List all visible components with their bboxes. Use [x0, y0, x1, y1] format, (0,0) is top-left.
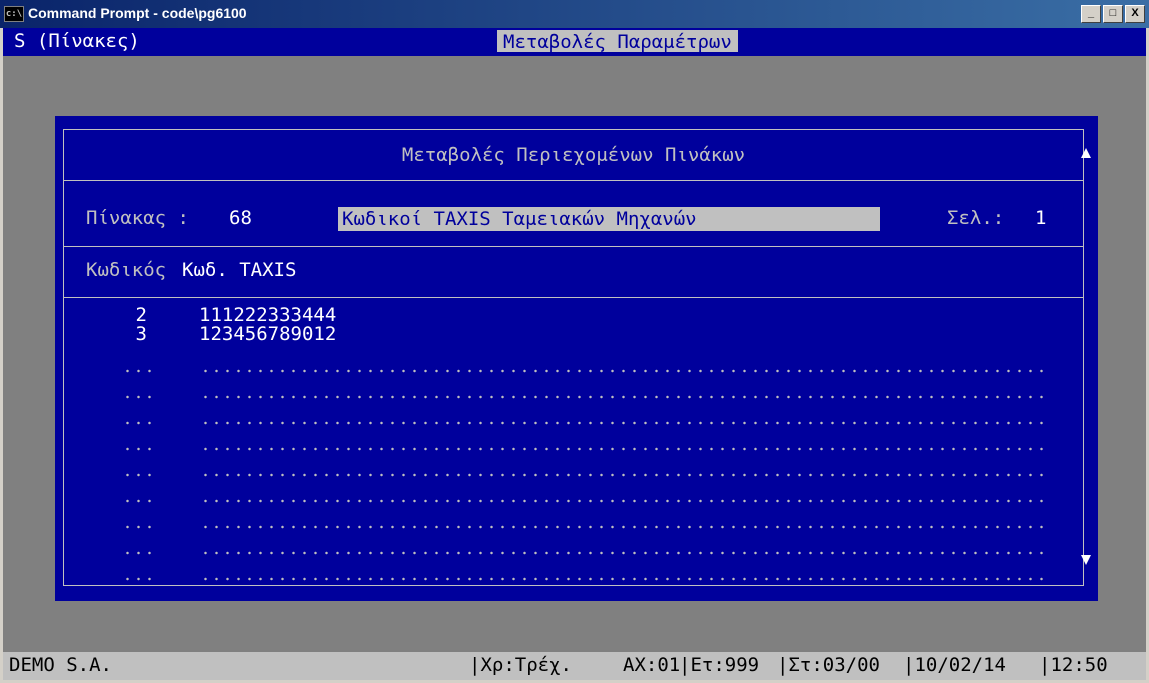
empty-table-row[interactable]: [64, 404, 1083, 430]
period-indicator: |Χρ:Τρέχ.: [469, 654, 572, 676]
empty-table-row[interactable]: [64, 482, 1083, 508]
screen-title: Μεταβολές Παραμέτρων: [497, 30, 738, 53]
minimize-button[interactable]: _: [1081, 5, 1101, 23]
divider: [64, 297, 1083, 298]
empty-rows: [64, 352, 1083, 586]
console-area[interactable]: S (Πίνακες) Μεταβολές Παραμέτρων Μεταβολ…: [3, 28, 1146, 680]
date-indicator: |10/02/14: [903, 654, 1006, 676]
column-header-taxis: Κωδ. TAXIS: [182, 259, 297, 281]
code-placeholder[interactable]: [122, 352, 152, 378]
empty-table-row[interactable]: [64, 378, 1083, 404]
table-row[interactable]: 2 111222333444: [64, 304, 1083, 326]
cmd-icon: c:\: [4, 6, 24, 22]
empty-table-row[interactable]: [64, 456, 1083, 482]
window-title: Command Prompt - code\pg6100: [28, 5, 247, 21]
taxis-placeholder[interactable]: [200, 508, 1050, 534]
taxis-placeholder[interactable]: [200, 430, 1050, 456]
page-number: 1: [1035, 207, 1047, 229]
close-button[interactable]: X: [1125, 5, 1145, 23]
code-placeholder[interactable]: [122, 456, 152, 482]
taxis-placeholder[interactable]: [200, 560, 1050, 586]
scroll-up-arrow-icon[interactable]: [1081, 148, 1091, 158]
empty-table-row[interactable]: [64, 534, 1083, 560]
taxis-placeholder[interactable]: [200, 456, 1050, 482]
divider: [64, 180, 1083, 181]
code-placeholder[interactable]: [122, 534, 152, 560]
taxis-placeholder[interactable]: [200, 482, 1050, 508]
station-indicator: |Στ:03/00: [777, 654, 880, 676]
scroll-down-arrow-icon[interactable]: [1081, 555, 1091, 565]
maximize-button[interactable]: □: [1103, 5, 1123, 23]
year-indicator: |Ετ:999: [679, 654, 760, 676]
taxis-placeholder[interactable]: [200, 404, 1050, 430]
menu-header-bar: S (Πίνακες) Μεταβολές Παραμέτρων: [3, 28, 1146, 56]
taxis-placeholder[interactable]: [200, 352, 1050, 378]
column-header-code: Κωδικός: [86, 259, 167, 281]
time-indicator: |12:50: [1039, 654, 1108, 676]
table-rows: 2 111222333444 3 123456789012: [64, 300, 1083, 586]
empty-table-row[interactable]: [64, 508, 1083, 534]
dialog-title: Μεταβολές Περιεχομένων Πινάκων: [401, 144, 746, 166]
branch-indicator: ΑΧ:01: [623, 654, 681, 676]
taxis-placeholder[interactable]: [200, 378, 1050, 404]
code-placeholder[interactable]: [122, 378, 152, 404]
code-placeholder[interactable]: [122, 482, 152, 508]
company-name: DEMO S.A.: [9, 654, 112, 676]
dialog-frame: Μεταβολές Περιεχομένων Πινάκων Πίνακας :…: [63, 129, 1091, 586]
code-placeholder[interactable]: [122, 508, 152, 534]
table-label: Πίνακας :: [86, 207, 189, 229]
page-label: Σελ.:: [947, 207, 1005, 229]
divider: [64, 246, 1083, 247]
status-bar: DEMO S.A. |Χρ:Τρέχ. ΑΧ:01 |Ετ:999 |Στ:03…: [3, 652, 1146, 680]
window-title-bar[interactable]: c:\ Command Prompt - code\pg6100 _ □ X: [0, 0, 1149, 28]
table-row[interactable]: 3 123456789012: [64, 323, 1083, 345]
code-placeholder[interactable]: [122, 404, 152, 430]
taxis-placeholder[interactable]: [200, 534, 1050, 560]
row-taxis[interactable]: 123456789012: [199, 323, 336, 345]
empty-table-row[interactable]: [64, 352, 1083, 378]
empty-table-row[interactable]: [64, 430, 1083, 456]
row-code[interactable]: 3: [122, 323, 147, 345]
code-placeholder[interactable]: [122, 560, 152, 586]
empty-table-row[interactable]: [64, 560, 1083, 586]
table-name-field[interactable]: Κωδικοί TAXIS Ταμειακών Μηχανών: [338, 207, 880, 231]
module-title: S (Πίνακες): [14, 30, 140, 52]
code-placeholder[interactable]: [122, 430, 152, 456]
window-controls: _ □ X: [1081, 5, 1145, 23]
table-edit-dialog: Μεταβολές Περιεχομένων Πινάκων Πίνακας :…: [55, 116, 1098, 601]
table-number[interactable]: 68: [229, 207, 252, 229]
